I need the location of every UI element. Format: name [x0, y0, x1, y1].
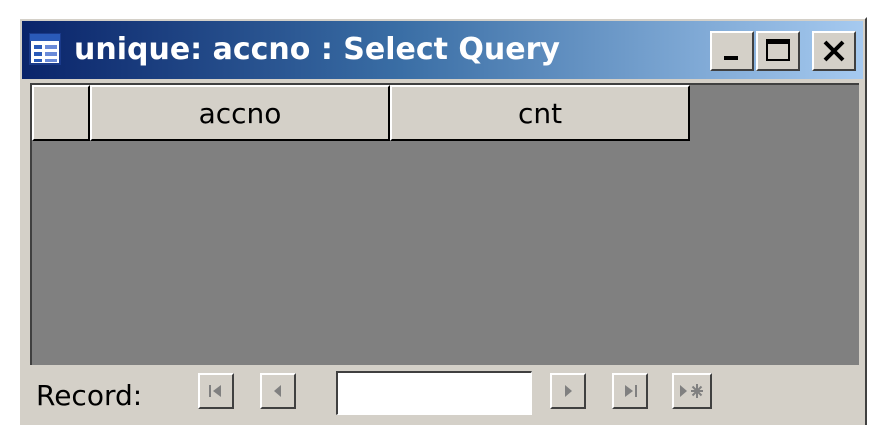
- maximize-icon: [766, 39, 790, 61]
- last-record-icon: [625, 385, 637, 397]
- query-icon: [29, 33, 61, 65]
- column-header-row: accno cnt: [32, 85, 690, 141]
- last-record-button[interactable]: [612, 373, 648, 409]
- previous-record-icon: [274, 385, 281, 397]
- new-record-button[interactable]: [672, 373, 712, 409]
- first-record-button[interactable]: [198, 373, 234, 409]
- first-record-icon: [209, 385, 221, 397]
- minimize-icon: [724, 56, 738, 60]
- maximize-button[interactable]: [756, 31, 800, 71]
- select-all-cell[interactable]: [32, 85, 90, 141]
- close-button[interactable]: [812, 31, 856, 71]
- next-record-icon: [565, 385, 572, 397]
- record-navigation-bar: Record:: [30, 365, 859, 425]
- datasheet-grid[interactable]: accno cnt: [30, 83, 859, 365]
- close-icon: [823, 40, 845, 62]
- next-record-button[interactable]: [550, 373, 586, 409]
- title-bar[interactable]: unique: accno : Select Query: [22, 21, 863, 79]
- query-window: unique: accno : Select Query accno cnt R…: [18, 17, 867, 425]
- previous-record-button[interactable]: [260, 373, 296, 409]
- record-number-input[interactable]: [336, 371, 532, 415]
- column-header-cnt[interactable]: cnt: [390, 85, 690, 141]
- column-header-accno[interactable]: accno: [90, 85, 390, 141]
- record-label: Record:: [36, 379, 143, 412]
- window-title: unique: accno : Select Query: [74, 32, 560, 67]
- new-record-icon: [680, 384, 703, 398]
- minimize-button[interactable]: [710, 31, 754, 71]
